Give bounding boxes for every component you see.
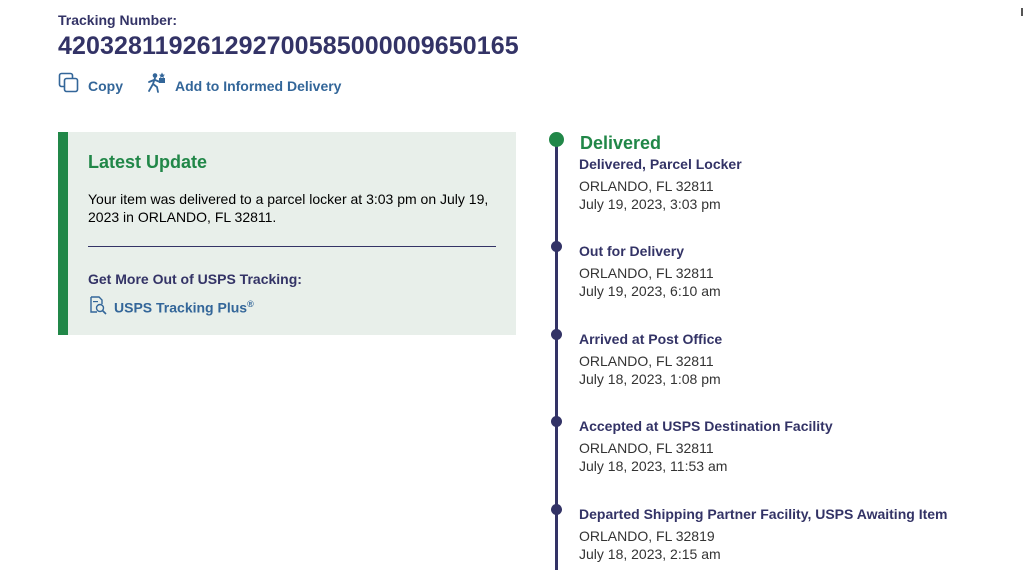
add-informed-delivery-label: Add to Informed Delivery [175,77,342,94]
tracking-plus-text: USPS Tracking Plus [114,299,248,316]
event-location: ORLANDO, FL 32819 [579,528,715,544]
tracking-number: 420328119261292700585000009650165 [58,32,519,60]
event-title: Delivered, Parcel Locker [579,156,742,172]
event-datetime: July 18, 2023, 1:08 pm [579,371,721,387]
edge-marker [1021,8,1023,16]
event-dot [551,416,562,427]
tracking-number-label: Tracking Number: [58,12,178,28]
add-informed-delivery-button[interactable]: Add to Informed Delivery [145,72,341,99]
status-dot [549,132,564,147]
event-datetime: July 18, 2023, 2:15 am [579,546,721,562]
mail-carrier-icon [145,72,167,99]
latest-update-text: Your item was delivered to a parcel lock… [88,191,489,225]
copy-button[interactable]: Copy [58,72,123,99]
event-dot [551,504,562,515]
event-datetime: July 18, 2023, 11:53 am [579,458,728,474]
usps-tracking-plus-link[interactable]: USPS Tracking Plus® [88,295,254,320]
tracking-timeline: Delivered Delivered, Parcel Locker ORLAN… [548,130,1018,570]
event-datetime: July 19, 2023, 3:03 pm [579,196,721,212]
event-title: Arrived at Post Office [579,331,723,347]
tracking-actions: Copy Add to Informed Delivery [58,72,363,99]
event-location: ORLANDO, FL 32811 [579,353,714,369]
event-dot [551,329,562,340]
latest-update-title: Latest Update [88,152,208,172]
copy-icon [58,72,80,99]
current-status: Delivered [580,133,662,153]
copy-label: Copy [88,77,123,94]
registered-mark: ® [247,299,254,310]
usps-tracking-plus-label: USPS Tracking Plus® [114,299,254,316]
event-title: Departed Shipping Partner Facility, USPS… [579,506,948,522]
event-title: Out for Delivery [579,243,685,259]
event-location: ORLANDO, FL 32811 [579,178,714,194]
event-location: ORLANDO, FL 32811 [579,440,714,456]
tracking-plus-icon [88,295,108,320]
event-title: Accepted at USPS Destination Facility [579,418,833,434]
event-dot [551,241,562,252]
more-tracking-label: Get More Out of USPS Tracking: [88,271,302,287]
event-datetime: July 19, 2023, 6:10 am [579,283,721,299]
divider [88,246,496,247]
latest-update-panel: Latest Update Your item was delivered to… [58,132,516,335]
event-location: ORLANDO, FL 32811 [579,265,714,281]
